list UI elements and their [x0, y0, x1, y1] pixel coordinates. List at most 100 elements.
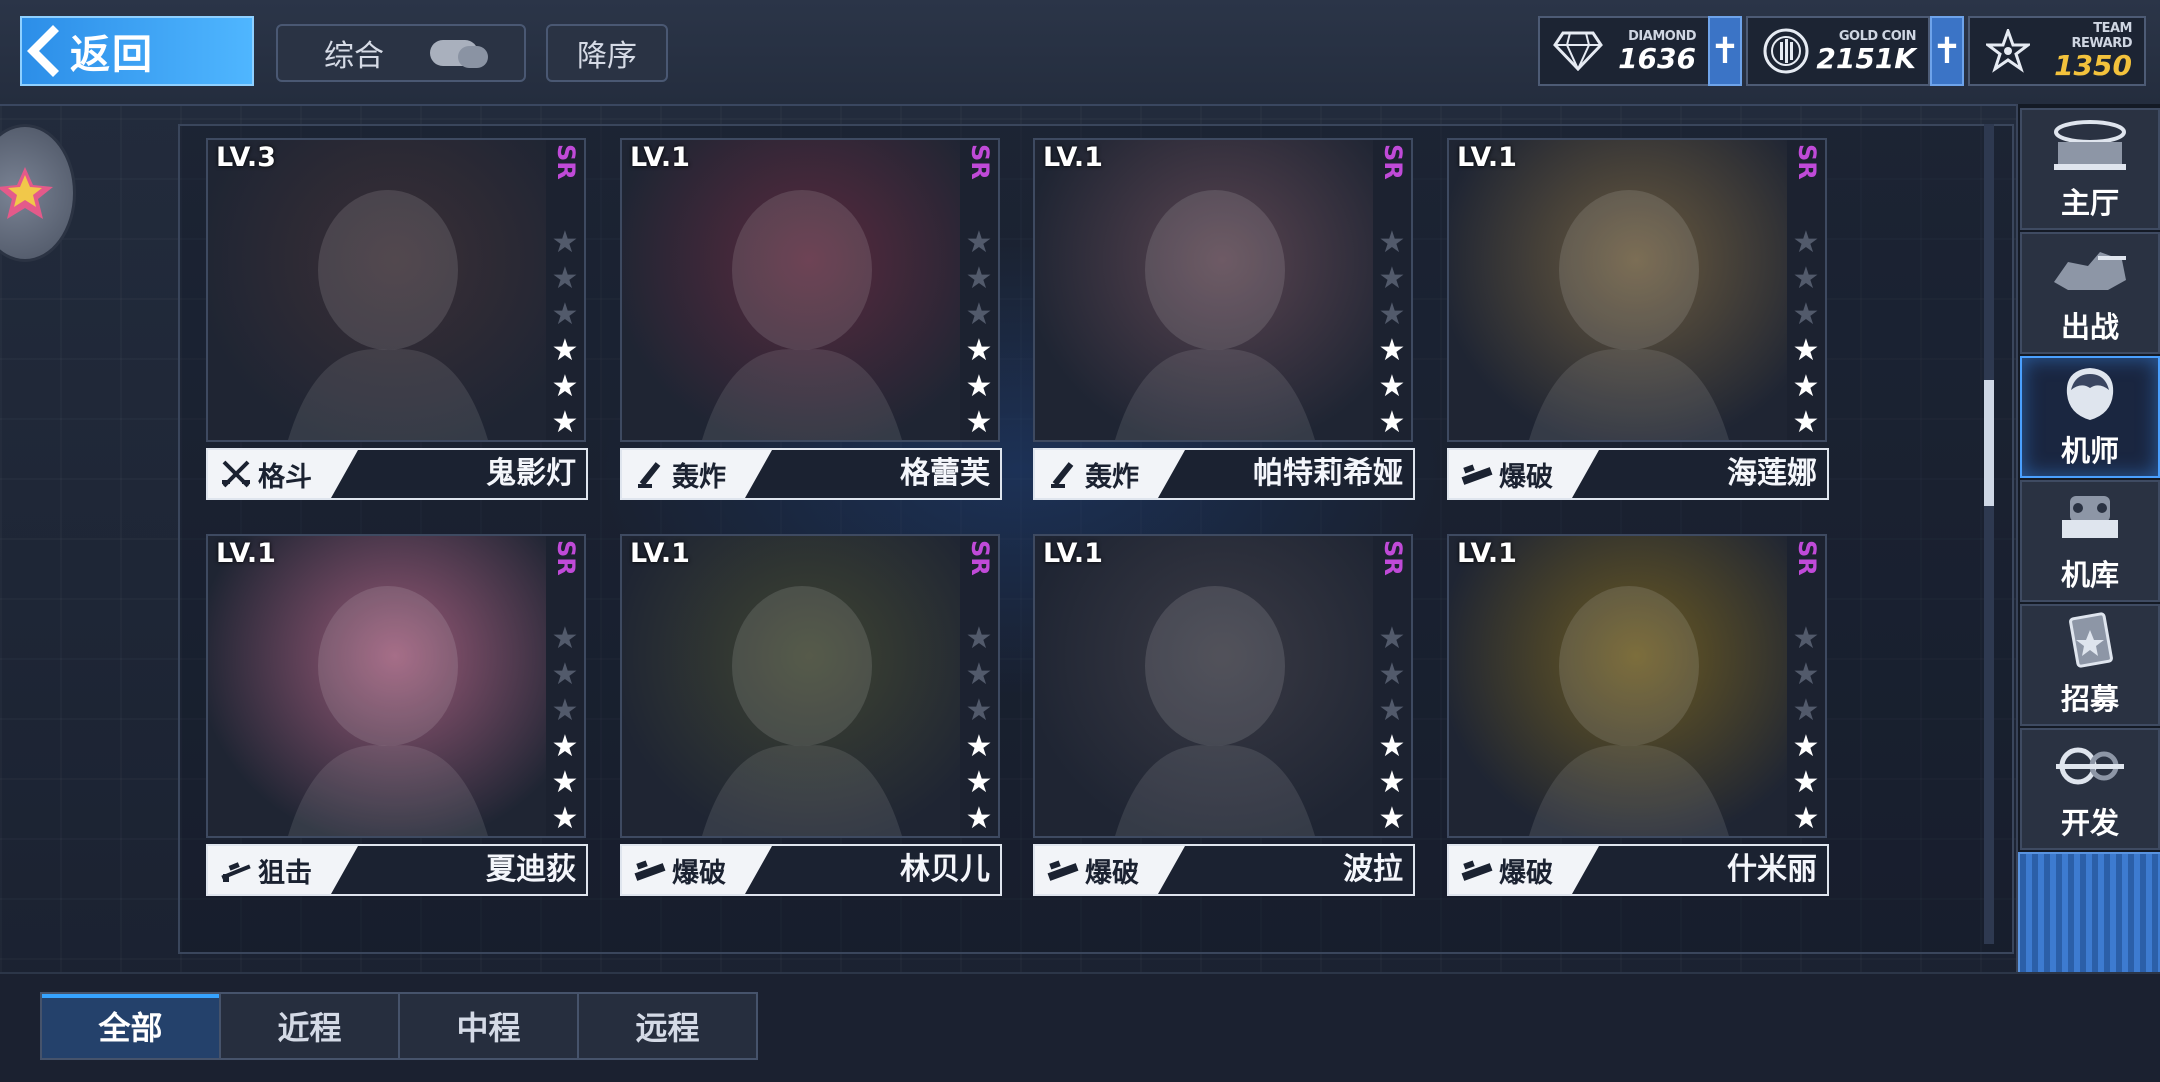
- team-reward-counter: TEAM REWARD 1350: [1968, 16, 2146, 86]
- nav-label: 出战: [2060, 310, 2119, 344]
- role-label: 爆破: [1499, 857, 1553, 889]
- pilot-card[interactable]: LV.1 SR ★ ★ ★ ★ ★ ★ 轰炸 帕特莉希娅: [1033, 126, 1415, 500]
- pilot-level: LV.1: [1457, 538, 1517, 569]
- pilot-card[interactable]: LV.1 SR ★ ★ ★ ★ ★ ★ 爆破 林贝儿: [620, 522, 1002, 896]
- pilot-level: LV.1: [630, 538, 690, 569]
- pilot-rarity: SR: [1793, 540, 1821, 576]
- role-tag: 爆破: [1449, 846, 1599, 894]
- pilot-card[interactable]: LV.3 SR ★ ★ ★ ★ ★ ★ 格斗 鬼影灯: [206, 126, 588, 500]
- star-icon: ★: [1378, 765, 1406, 800]
- card-footer: 格斗 鬼影灯: [206, 448, 588, 500]
- nav-label: 机库: [2060, 558, 2119, 592]
- star-icon: ★: [1792, 297, 1820, 332]
- gold-coin-counter: GOLD COIN 2151K: [1746, 16, 1930, 86]
- role-tag: 轰炸: [1035, 450, 1185, 498]
- portrait-silhouette-icon: [1529, 586, 1729, 836]
- sort-order-label: 降序: [577, 39, 637, 74]
- pilot-level: LV.1: [1457, 142, 1517, 173]
- star-icon: ★: [1378, 225, 1406, 260]
- blast-icon: [1045, 852, 1081, 888]
- pilot-portrait: [620, 534, 964, 838]
- card-footer: 狙击 夏迪荻: [206, 844, 588, 896]
- star-icon: ★: [965, 405, 993, 440]
- star-icon: ★: [1378, 729, 1406, 764]
- star-icon: ★: [965, 693, 993, 728]
- pilot-card[interactable]: LV.1 SR ★ ★ ★ ★ ★ ★ 爆破 波拉: [1033, 522, 1415, 896]
- star-icon: ★: [1378, 621, 1406, 656]
- star-rating: ★ ★ ★ ★ ★ ★: [1791, 624, 1821, 840]
- pilot-level: LV.1: [216, 538, 276, 569]
- team-reward-icon: [1980, 23, 2036, 79]
- blast-icon: [632, 852, 668, 888]
- nav-item-develop[interactable]: 开发: [2020, 728, 2160, 850]
- star-icon: ★: [965, 261, 993, 296]
- nav-label: 开发: [2060, 806, 2119, 840]
- star-icon: ★: [965, 225, 993, 260]
- star-icon: ★: [1792, 333, 1820, 368]
- nav-item-pilot[interactable]: 机师: [2020, 356, 2160, 478]
- lobby-icon: [2045, 116, 2135, 176]
- star-icon: ★: [965, 765, 993, 800]
- pilot-name: 海莲娜: [1727, 456, 1817, 491]
- pilot-portrait: [1033, 534, 1377, 838]
- card-footer: 轰炸 格蕾芙: [620, 448, 1002, 500]
- tab-range[interactable]: 远程: [579, 994, 756, 1058]
- pilot-name: 什米丽: [1727, 852, 1817, 887]
- star-icon: ★: [965, 297, 993, 332]
- star-icon: ★: [965, 369, 993, 404]
- develop-icon: [2045, 736, 2135, 796]
- nav-item-recruit[interactable]: 招募: [2020, 604, 2160, 726]
- pilot-rarity: SR: [966, 144, 994, 180]
- add-gold-button[interactable]: ✝: [1930, 16, 1964, 86]
- pilot-card[interactable]: LV.1 SR ★ ★ ★ ★ ★ ★ 爆破 海莲娜: [1447, 126, 1829, 500]
- role-tag: 轰炸: [622, 450, 772, 498]
- sort-filter-button[interactable]: 综合: [276, 24, 526, 82]
- nav-label: 招募: [2060, 682, 2119, 716]
- pilot-rarity: SR: [552, 540, 580, 576]
- add-diamond-button[interactable]: ✝: [1708, 16, 1742, 86]
- mortar-icon: [1045, 456, 1081, 492]
- star-icon: ★: [551, 621, 579, 656]
- pilot-level: LV.3: [216, 142, 276, 173]
- nav-item-hangar[interactable]: 机库: [2020, 480, 2160, 602]
- star-icon: ★: [1378, 693, 1406, 728]
- nav-label: 机师: [2060, 434, 2119, 468]
- star-icon: ★: [1792, 261, 1820, 296]
- event-badge-icon[interactable]: [0, 124, 76, 262]
- scrollbar-track[interactable]: [1984, 124, 1994, 944]
- nav-item-lobby[interactable]: 主厅: [2020, 108, 2160, 230]
- scrollbar-thumb[interactable]: [1984, 380, 1994, 506]
- nav-item-battle[interactable]: 出战: [2020, 232, 2160, 354]
- melee-icon: [218, 456, 254, 492]
- card-footer: 轰炸 帕特莉希娅: [1033, 448, 1415, 500]
- star-icon: ★: [1378, 333, 1406, 368]
- card-footer: 爆破 林贝儿: [620, 844, 1002, 896]
- gold-coin-icon: [1758, 23, 1814, 79]
- tab-range[interactable]: 中程: [400, 994, 579, 1058]
- star-icon: ★: [965, 333, 993, 368]
- pilot-portrait: [620, 138, 964, 442]
- sort-order-button[interactable]: 降序: [546, 24, 668, 82]
- pilot-card[interactable]: LV.1 SR ★ ★ ★ ★ ★ ★ 爆破 什米丽: [1447, 522, 1829, 896]
- hangar-icon: [2045, 488, 2135, 548]
- diamond-icon: [1550, 23, 1606, 79]
- pilot-card[interactable]: LV.1 SR ★ ★ ★ ★ ★ ★ 轰炸 格蕾芙: [620, 126, 1002, 500]
- recruit-icon: [2045, 612, 2135, 672]
- star-icon: ★: [965, 657, 993, 692]
- pilot-rarity: SR: [552, 144, 580, 180]
- pilot-icon: [2045, 364, 2135, 424]
- star-icon: ★: [965, 729, 993, 764]
- blast-icon: [1459, 852, 1495, 888]
- back-button[interactable]: 返回: [20, 16, 254, 86]
- pilot-card[interactable]: LV.1 SR ★ ★ ★ ★ ★ ★ 狙击 夏迪荻: [206, 522, 588, 896]
- portrait-silhouette-icon: [702, 586, 902, 836]
- tab-range[interactable]: 全部: [42, 994, 221, 1058]
- pilot-rarity: SR: [1379, 144, 1407, 180]
- top-bar: 返回 综合 降序 DIAMOND 1636 ✝ GOLD COIN 2151K …: [0, 0, 2160, 106]
- range-tabs: 全部 近程 中程 远程: [40, 992, 758, 1060]
- star-rating: ★ ★ ★ ★ ★ ★: [964, 624, 994, 840]
- portrait-silhouette-icon: [1115, 190, 1315, 440]
- gold-coin-value: 2151K: [1816, 41, 1916, 75]
- star-icon: ★: [965, 801, 993, 836]
- tab-range[interactable]: 近程: [221, 994, 400, 1058]
